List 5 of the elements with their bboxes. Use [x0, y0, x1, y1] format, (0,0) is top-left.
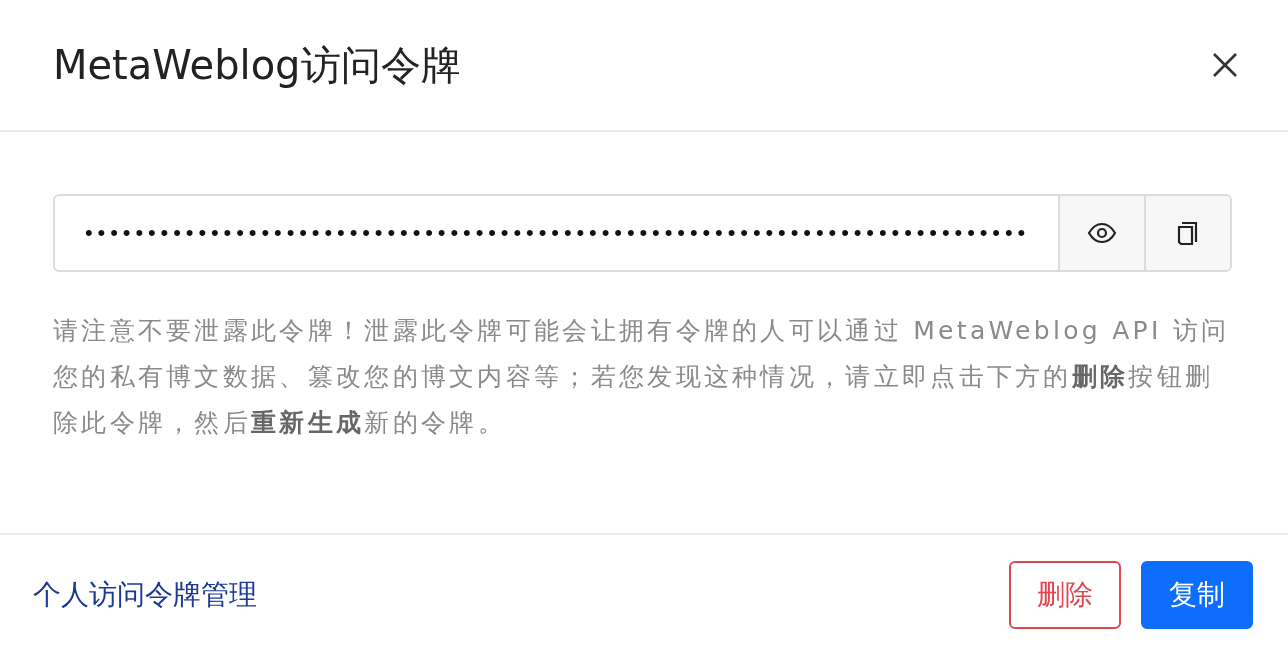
dialog-title: MetaWeblog访问令牌 — [53, 40, 461, 90]
delete-button[interactable]: 删除 — [1009, 561, 1121, 629]
copy-button[interactable]: 复制 — [1141, 561, 1253, 629]
token-management-link[interactable]: 个人访问令牌管理 — [33, 576, 257, 614]
warning-text: 请注意不要泄露此令牌！泄露此令牌可能会让拥有令牌的人可以通过 MetaWeblog API 访问您的私有博文数据、篡改您的博文内容等；若您发现这种情况，请立即点击下方的删除按钮删除此令牌，然后重新生成新的令牌。 — [53, 315, 1231, 439]
